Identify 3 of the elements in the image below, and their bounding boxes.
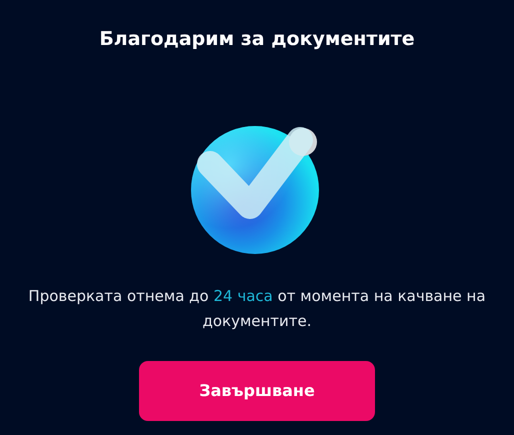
info-message: Проверката отнема до 24 часа от момента на качване на документите. <box>27 286 487 332</box>
page-title: Благодарим за документите <box>98 27 416 52</box>
finish-button[interactable]: Завършване <box>139 361 375 421</box>
